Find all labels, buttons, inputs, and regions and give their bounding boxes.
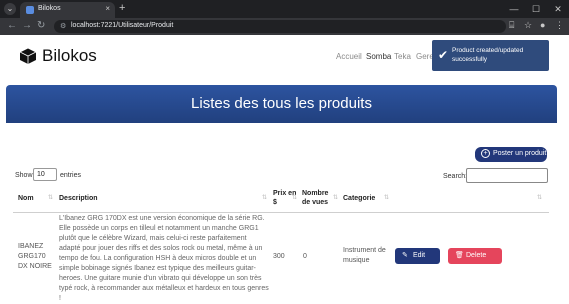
browser-tab[interactable]: Bilokos × — [20, 2, 115, 18]
sort-icon[interactable]: ⇅ — [262, 194, 267, 201]
column-header-nom[interactable]: Nom — [18, 194, 34, 203]
product-description: L'Ibanez GRG 170DX est une version écono… — [59, 215, 269, 302]
check-icon: ✔ — [438, 48, 449, 62]
url-text[interactable]: localhost:7221/Utilisateur/Produit — [71, 22, 173, 29]
plus-circle-icon: + — [481, 149, 490, 158]
post-product-label: Poster un produit — [493, 150, 547, 157]
show-label: Show — [15, 172, 33, 179]
entries-select-value: 10 — [37, 171, 45, 178]
browser-tab-strip: ⌄ Bilokos × + — ☐ ✕ — [0, 0, 569, 18]
edit-button[interactable]: ✎ Edit — [395, 248, 440, 264]
sort-icon[interactable]: ⇅ — [333, 194, 338, 201]
browser-menu-icon[interactable]: ⋮ — [555, 20, 564, 31]
column-header-description[interactable]: Description — [59, 194, 98, 203]
search-input[interactable] — [466, 168, 548, 183]
header-divider — [13, 212, 549, 213]
sort-icon[interactable]: ⇅ — [292, 194, 297, 201]
column-header-vues[interactable]: Nombre de vues — [302, 189, 336, 207]
forward-icon[interactable]: → — [22, 20, 32, 31]
reload-icon[interactable]: ↻ — [37, 20, 45, 31]
delete-label: Delete — [466, 252, 487, 259]
product-price: 300 — [273, 253, 285, 260]
column-header-categorie[interactable]: Categorie — [343, 194, 375, 203]
product-category: Instrument de musique — [343, 247, 386, 264]
profile-icon[interactable]: ● — [540, 20, 545, 30]
close-tab-icon[interactable]: × — [105, 4, 110, 13]
maximize-icon[interactable]: ☐ — [525, 0, 547, 18]
brand-name[interactable]: Bilokos — [42, 46, 97, 66]
nav-link-somba[interactable]: Somba — [366, 52, 391, 61]
trash-icon: 🗑 — [455, 252, 464, 259]
bookmark-star-icon[interactable]: ☆ — [524, 20, 532, 31]
delete-button[interactable]: 🗑 Delete — [448, 248, 502, 264]
search-label: Search: — [443, 173, 468, 180]
product-views: 0 — [303, 253, 307, 260]
success-toast: ✔ Product created/updated successfully — [432, 40, 549, 71]
product-name: IBANEZ GRG170 DX NOIRE — [18, 243, 52, 270]
minimize-icon[interactable]: — — [503, 0, 525, 18]
page-banner: Listes des tous les produits — [6, 85, 557, 123]
entries-select[interactable]: 10 — [33, 168, 57, 181]
edit-icon: ✎ — [402, 252, 408, 259]
sort-icon[interactable]: ⇅ — [384, 194, 389, 201]
sort-icon[interactable]: ⇅ — [537, 194, 542, 201]
sort-icon[interactable]: ⇅ — [48, 194, 53, 201]
address-bar[interactable]: ⚙ localhost:7221/Utilisateur/Produit — [54, 20, 506, 33]
favicon-icon — [26, 6, 34, 14]
post-product-button[interactable]: + Poster un produit — [475, 147, 547, 162]
site-info-icon[interactable]: ⚙ — [60, 22, 66, 30]
page-title: Listes des tous les produits — [191, 95, 372, 112]
window-controls: — ☐ ✕ — [503, 0, 569, 18]
close-window-icon[interactable]: ✕ — [547, 0, 569, 18]
new-tab-icon[interactable]: + — [119, 2, 125, 14]
cube-logo-icon[interactable] — [19, 47, 37, 65]
translate-icon[interactable]: ⌸ — [509, 20, 514, 31]
browser-toolbar: ← → ↻ ⚙ localhost:7221/Utilisateur/Produ… — [0, 18, 569, 35]
back-icon[interactable]: ← — [7, 20, 17, 31]
tab-title: Bilokos — [38, 5, 61, 12]
tab-search-icon[interactable]: ⌄ — [4, 3, 16, 15]
nav-link-accueil[interactable]: Accueil — [336, 52, 362, 61]
entries-label: entries — [60, 172, 82, 179]
edit-label: Edit — [413, 252, 426, 259]
page: Bilokos Accueil Somba Teka Gere ✔ Produc… — [0, 35, 569, 302]
toast-message: Product created/updated successfully — [452, 47, 524, 63]
nav-link-teka[interactable]: Teka — [394, 52, 411, 61]
